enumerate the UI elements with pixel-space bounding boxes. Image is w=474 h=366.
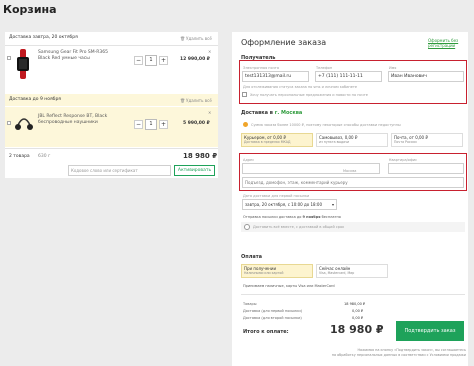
group-heading: Доставка завтра, 20 октября xyxy=(9,35,78,40)
payment-accept-note: Принимаем наличные, карты Visa или Maste… xyxy=(243,284,335,288)
item-price: 12 990,00 ₽ xyxy=(180,57,210,62)
recipient-hint: Для отслеживания статуса заказа по sms и… xyxy=(243,85,358,89)
name-field[interactable]: Иван Иванович xyxy=(388,71,464,82)
delivery-option-post[interactable]: Почта, от 0,00 ₽ Почта России xyxy=(391,133,463,147)
delivery-note: Сумма заказа более 10000 ₽, поэтому неко… xyxy=(251,123,401,127)
subscribe-label: Хочу получать персональные предложения и… xyxy=(250,93,368,97)
delivery1-label: Доставка (для первой посылки) xyxy=(243,309,303,313)
email-label: Электронная почта xyxy=(243,66,279,70)
delivery-group-2: Доставка до 9 ноября 🗑 Удалить всё xyxy=(5,94,218,106)
trash-icon[interactable]: 🗑 xyxy=(180,36,185,41)
items-count: 2 товара xyxy=(9,154,30,159)
delivery-heading: Доставка в г. Москва xyxy=(241,110,303,116)
phone-label: Телефон xyxy=(316,66,333,70)
select-checkbox[interactable] xyxy=(7,56,11,60)
payment-option-on-delivery[interactable]: При получении Наличными или картой xyxy=(241,264,313,278)
cart-item: Samsung Gear Fit Pro SM-R365 Black Red у… xyxy=(5,46,218,84)
delivery-option-courier[interactable]: Курьером, от 0,00 ₽ Доставка в пределах … xyxy=(241,133,313,147)
promo-code-input[interactable]: Кодовое слово или сертификат xyxy=(68,165,171,176)
checkout-title: Оформление заказа xyxy=(241,38,327,47)
date-label: Дата доставки для первой посылки xyxy=(243,194,310,198)
info-icon xyxy=(243,122,248,127)
remove-icon[interactable]: ✕ xyxy=(208,49,211,54)
goods-label: Товары xyxy=(243,302,257,306)
total-label: Итого к оплате: xyxy=(243,329,289,335)
chevron-down-icon: ▾ xyxy=(331,202,334,207)
split-delivery-note: Отправка посылки доставка до 9 ноября бе… xyxy=(243,215,341,219)
divider xyxy=(241,294,465,295)
cart-panel: Доставка завтра, 20 октября 🗑 Удалить вс… xyxy=(5,32,218,178)
comment-field[interactable]: Подъезд, домофон, этаж, комментарий курь… xyxy=(242,177,464,188)
cart-total: 18 980 ₽ xyxy=(183,152,218,160)
watch-image xyxy=(17,49,29,79)
quantity-input[interactable]: 1 xyxy=(145,55,157,66)
delivery2-value: 0,00 ₽ xyxy=(352,316,364,320)
clear-group-link[interactable]: Удалить всё xyxy=(186,98,212,103)
items-weight: 630 г xyxy=(38,154,51,159)
increase-qty-button[interactable]: + xyxy=(159,120,168,129)
cart-item: JBL Reflect Response BT, Black беспровод… xyxy=(5,107,218,147)
decrease-qty-button[interactable]: − xyxy=(134,120,143,129)
checkout-panel: Оформление заказа Оформить без регистрац… xyxy=(232,32,468,366)
delivery1-value: 0,00 ₽ xyxy=(352,309,364,313)
payment-option-online[interactable]: Сейчас онлайн Visa, Mastercard, Мир xyxy=(316,264,388,278)
remove-icon[interactable]: ✕ xyxy=(208,110,211,115)
combine-shipment-radio[interactable] xyxy=(244,224,250,230)
trash-icon[interactable]: 🗑 xyxy=(180,98,185,103)
headphones-image xyxy=(15,118,33,130)
total-value: 18 980 ₽ xyxy=(330,323,384,336)
item-name[interactable]: Samsung Gear Fit Pro SM-R365 Black Red у… xyxy=(38,50,128,62)
divider xyxy=(5,148,218,149)
delivery-option-pickup[interactable]: Самовывоз, 0,00 ₽ из пункта выдачи xyxy=(316,133,388,147)
address-label: Адрес xyxy=(243,158,255,162)
item-price: 5 990,00 ₽ xyxy=(183,121,210,126)
goods-value: 18 980,00 ₽ xyxy=(344,302,366,306)
delivery-date-select[interactable]: завтра, 20 октября, с 10:00 до 18:00 ▾ xyxy=(242,199,337,210)
confirm-order-button[interactable]: Подтвердить заказ xyxy=(396,321,464,341)
phone-field[interactable]: +7 (111) 111-11-11 xyxy=(315,71,382,82)
combine-shipment-row: Доставить всё вместе, с доставкой в общи… xyxy=(241,222,465,232)
delivery-group-1: Доставка завтра, 20 октября 🗑 Удалить вс… xyxy=(5,32,218,44)
item-name[interactable]: JBL Reflect Response BT, Black беспровод… xyxy=(38,114,128,126)
payment-heading: Оплата xyxy=(241,254,263,260)
apartment-label: Квартира/офис xyxy=(389,158,418,162)
legal-note: Нажимая на кнопку «Подтвердить заказ», в… xyxy=(331,348,466,357)
name-label: Имя xyxy=(389,66,397,70)
subscribe-checkbox[interactable] xyxy=(242,92,247,97)
apartment-field[interactable] xyxy=(388,163,464,174)
address-field[interactable]: Москва xyxy=(242,163,380,174)
group-heading: Доставка до 9 ноября xyxy=(9,97,62,102)
activate-promo-button[interactable]: Активировать xyxy=(174,165,215,176)
cart-page: Корзина Доставка завтра, 20 октября 🗑 Уд… xyxy=(0,0,474,366)
decrease-qty-button[interactable]: − xyxy=(134,56,143,65)
combine-shipment-label: Доставить всё вместе, с доставкой в общи… xyxy=(253,225,345,229)
city-selector[interactable]: г. Москва xyxy=(275,110,303,116)
clear-group-link[interactable]: Удалить всё xyxy=(186,36,212,41)
guest-checkout-link[interactable]: Оформить без регистрации xyxy=(428,38,466,48)
select-checkbox[interactable] xyxy=(7,121,11,125)
quantity-input[interactable]: 1 xyxy=(145,119,157,130)
delivery2-label: Доставка (для второй посылки) xyxy=(243,316,302,320)
page-title: Корзина xyxy=(3,3,57,16)
increase-qty-button[interactable]: + xyxy=(159,56,168,65)
email-field[interactable]: test131313@mail.ru xyxy=(242,71,309,82)
